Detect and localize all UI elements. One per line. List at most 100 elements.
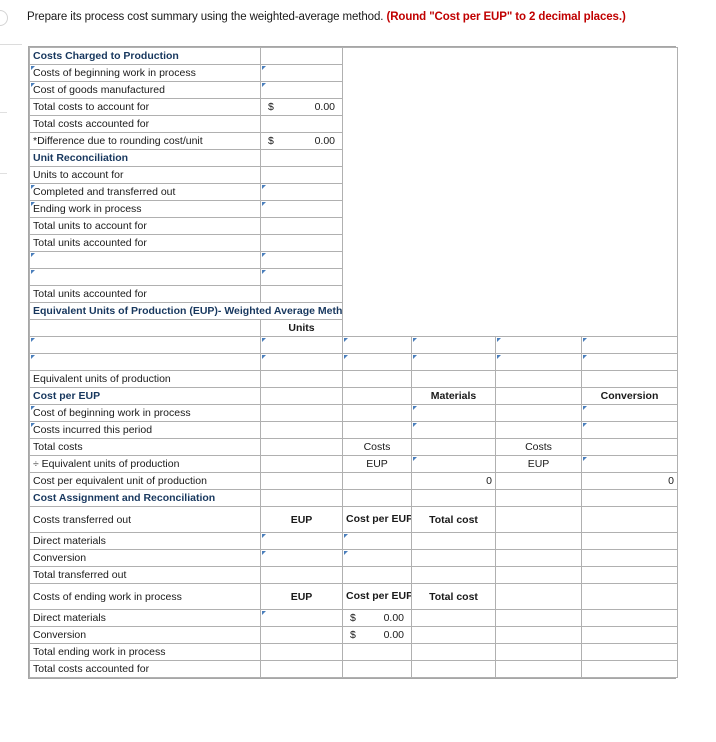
section-header-cost-per-eup: Cost per EUP Materials Conversion — [29, 387, 678, 405]
section-title-cost-assignment: Cost Assignment and Reconciliation — [29, 489, 261, 507]
page-edge-arc-artifact — [0, 10, 8, 26]
row-label-blank-2[interactable] — [29, 268, 261, 286]
input-transferred-conv-cost-per-eup[interactable] — [342, 549, 412, 567]
amount: 0.00 — [383, 629, 404, 641]
table-row: ÷ Equivalent units of production EUP EUP — [29, 455, 678, 473]
cell-blank — [581, 626, 678, 644]
cell-blank — [581, 660, 678, 678]
eup-input-eup-conv-1[interactable] — [581, 336, 678, 354]
cell-blank — [495, 609, 582, 627]
row-label-costs-beginning-wip: Costs of beginning work in process — [29, 64, 261, 82]
cell-blank — [260, 455, 343, 473]
row-label-total-costs-to-account-for: Total costs to account for — [29, 98, 261, 116]
value-transferred-dm-total — [411, 532, 496, 550]
input-costs-beginning-wip[interactable] — [260, 64, 343, 82]
section-header-costs-charged: Costs Charged to Production — [29, 47, 678, 337]
value-ending-conv-cost-per-eup: $ 0.00 — [342, 626, 412, 644]
row-label-ending-conversion: Conversion — [29, 626, 261, 644]
cell-blank — [495, 583, 582, 610]
row-label-total-costs-accounted-for-final: Total costs accounted for — [29, 660, 261, 678]
cell-blank — [260, 566, 343, 584]
eup-input-units-2[interactable] — [260, 353, 343, 371]
value-cost-per-eup-materials: 0 — [411, 472, 496, 490]
label-materials-costs: Costs — [342, 438, 412, 456]
eup-input-eup-mat-2[interactable] — [411, 353, 496, 371]
band-spacer — [495, 489, 582, 507]
table-row: Equivalent units of production — [29, 370, 678, 388]
currency-symbol: $ — [268, 101, 274, 113]
value-total-units-accounted-for-2 — [260, 285, 343, 303]
row-label-total-units-to-account-for: Total units to account for — [29, 217, 261, 235]
section-header-cost-assignment: Cost Assignment and Reconciliation — [29, 489, 678, 507]
eup-input-pct-conv-1[interactable] — [495, 336, 582, 354]
eup-input-eup-conv-2[interactable] — [581, 353, 678, 371]
ending-wip-header-row: Costs of ending work in process EUP Cost… — [29, 583, 678, 610]
input-blank-1[interactable] — [260, 251, 343, 269]
table-row: Total costs Costs Costs — [29, 438, 678, 456]
input-transferred-dm-cost-per-eup[interactable] — [342, 532, 412, 550]
input-materials-beginning-wip[interactable] — [411, 404, 496, 422]
input-transferred-dm-eup[interactable] — [260, 532, 343, 550]
cell-blank — [495, 404, 582, 422]
input-ending-conv-eup[interactable] — [260, 626, 343, 644]
band-spacer — [581, 489, 678, 507]
eup-row-label-1[interactable] — [29, 336, 261, 354]
eup-row-label-2[interactable] — [29, 353, 261, 371]
input-cost-goods-manufactured[interactable] — [260, 81, 343, 99]
cell-blank — [581, 609, 678, 627]
band-spacer — [411, 489, 496, 507]
row-label-transferred-conversion: Conversion — [29, 549, 261, 567]
colhead-ending-cost-per-eup: Cost per EUP — [342, 583, 412, 610]
value-total-ending-wip — [411, 643, 496, 661]
row-label-units-to-account-for: Units to account for — [29, 166, 261, 184]
row-label-total-units-accounted-for-1: Total units accounted for — [29, 234, 261, 252]
cell-blank — [581, 532, 678, 550]
value-total-costs-accounted-for — [260, 115, 343, 133]
cell-blank — [260, 660, 343, 678]
input-materials-incurred[interactable] — [411, 421, 496, 439]
row-label-total-costs-accounted-for: Total costs accounted for — [29, 115, 261, 133]
table-row: Total ending work in process — [29, 643, 678, 661]
eup-input-pct-conv-2[interactable] — [495, 353, 582, 371]
band-spacer — [342, 489, 412, 507]
input-conversion-incurred[interactable] — [581, 421, 678, 439]
table-row: Conversion $ 0.00 — [29, 626, 678, 644]
eup-input-pct-mat-2[interactable] — [342, 353, 412, 371]
row-label-ending-direct-materials: Direct materials — [29, 609, 261, 627]
value-total-transferred-out — [411, 566, 496, 584]
cell-blank — [495, 549, 582, 567]
input-divide-eup-materials[interactable] — [411, 455, 496, 473]
value-transferred-conv-total — [411, 549, 496, 567]
cell-blank — [260, 438, 343, 456]
input-transferred-conv-eup[interactable] — [260, 549, 343, 567]
input-ending-wip[interactable] — [260, 200, 343, 218]
input-blank-2[interactable] — [260, 268, 343, 286]
cell-blank — [581, 583, 678, 610]
input-divide-eup-conversion[interactable] — [581, 455, 678, 473]
table-row: Total transferred out — [29, 566, 678, 584]
colhead-ending-eup: EUP — [260, 583, 343, 610]
rounding-note: (Round "Cost per EUP" to 2 decimal place… — [386, 11, 626, 23]
input-ending-dm-eup[interactable] — [260, 609, 343, 627]
colhead-transferred-total-cost: Total cost — [411, 506, 496, 533]
cell-blank — [260, 404, 343, 422]
row-label-blank-1[interactable] — [29, 251, 261, 269]
label-conversion-eup: EUP — [495, 455, 582, 473]
input-completed-transferred-out[interactable] — [260, 183, 343, 201]
eup-input-units-1[interactable] — [260, 336, 343, 354]
row-label-difference-rounding: *Difference due to rounding cost/unit — [29, 132, 261, 150]
eup-input-pct-mat-1[interactable] — [342, 336, 412, 354]
section-title-cost-per-eup: Cost per EUP — [29, 387, 261, 405]
currency-symbol: $ — [268, 135, 274, 147]
value-eup-conversion — [581, 370, 678, 388]
amount: 0.00 — [314, 135, 335, 147]
amount: 0.00 — [314, 101, 335, 113]
input-conversion-beginning-wip[interactable] — [581, 404, 678, 422]
eup-input-eup-mat-1[interactable] — [411, 336, 496, 354]
value-total-costs-conversion — [581, 438, 678, 456]
label-conversion-costs: Costs — [495, 438, 582, 456]
row-label-costs-transferred-out: Costs transferred out — [29, 506, 261, 533]
band-spacer — [260, 489, 343, 507]
value-eup-units — [260, 370, 343, 388]
cell-blank — [342, 643, 412, 661]
